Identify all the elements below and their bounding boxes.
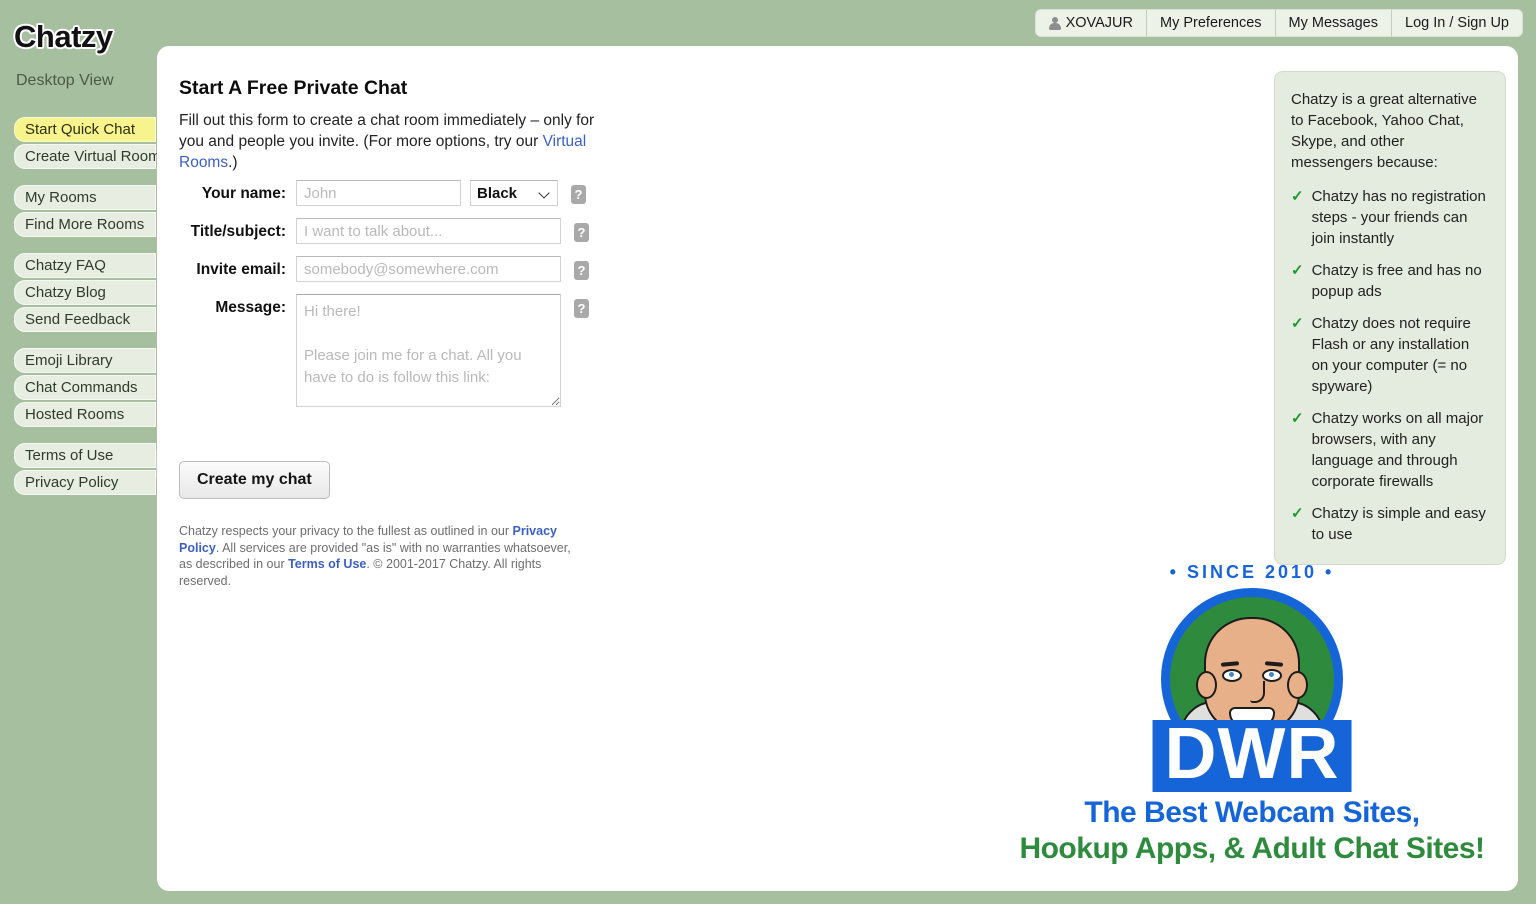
benefits-lead-text: Chatzy is a great alternative to Faceboo… <box>1291 89 1489 173</box>
since-dot-right: • <box>1325 562 1334 582</box>
color-select-wrapper: Black <box>461 180 558 206</box>
sidebar-item-create-virtual-room[interactable]: Create Virtual Room <box>14 144 156 169</box>
message-label: Message: <box>179 294 296 322</box>
sidebar-group-chat: Start Quick Chat Create Virtual Room <box>0 117 156 169</box>
mascot-eye-right <box>1262 669 1282 682</box>
sidebar-item-emoji-library[interactable]: Emoji Library <box>14 348 156 373</box>
name-label: Your name: <box>179 180 296 208</box>
legal-disclaimer: Chatzy respects your privacy to the full… <box>179 523 579 589</box>
form-row-name: Your name: Black ? <box>179 180 589 208</box>
mascot-eye-left <box>1222 669 1242 682</box>
dwr-badge-graphic: • SINCE 2010 • DWR <box>1102 558 1402 788</box>
top-navigation: XOVAJUR My Preferences My Messages Log I… <box>1036 10 1522 36</box>
benefit-item: ✓ Chatzy works on all major browsers, wi… <box>1291 408 1489 492</box>
since-text: SINCE 2010 <box>1187 562 1317 582</box>
topnav-my-preferences[interactable]: My Preferences <box>1147 10 1276 36</box>
page-title: Start A Free Private Chat <box>179 77 407 100</box>
benefit-text: Chatzy is free and has no popup ads <box>1312 260 1489 302</box>
sidebar-item-chatzy-blog[interactable]: Chatzy Blog <box>14 280 156 305</box>
intro-paragraph: Fill out this form to create a chat room… <box>179 110 599 173</box>
since-label: • SINCE 2010 • <box>1102 562 1402 583</box>
help-icon-message[interactable]: ? <box>574 299 589 318</box>
topnav-username-label: XOVAJUR <box>1066 15 1133 31</box>
topnav-my-messages[interactable]: My Messages <box>1276 10 1392 36</box>
help-icon-email[interactable]: ? <box>574 261 589 280</box>
sidebar-item-start-quick-chat[interactable]: Start Quick Chat <box>14 117 156 142</box>
name-input[interactable] <box>296 180 461 206</box>
mascot-brow-right <box>1265 661 1283 667</box>
mascot-brow-left <box>1221 661 1239 667</box>
invite-email-input[interactable] <box>296 256 561 282</box>
benefit-text: Chatzy has no registration steps - your … <box>1312 186 1489 249</box>
check-icon: ✓ <box>1291 408 1304 429</box>
topnav-login-signup[interactable]: Log In / Sign Up <box>1392 10 1522 36</box>
dwr-advertisement[interactable]: • SINCE 2010 • DWR <box>1002 558 1502 866</box>
user-avatar-icon <box>1049 17 1061 30</box>
benefit-text: Chatzy is simple and easy to use <box>1312 503 1489 545</box>
title-label: Title/subject: <box>179 218 296 246</box>
dwr-wordmark: DWR <box>1153 720 1352 792</box>
form-row-email: Invite email: ? <box>179 256 589 284</box>
message-textarea[interactable] <box>296 294 561 407</box>
benefit-item: ✓ Chatzy does not require Flash or any i… <box>1291 313 1489 397</box>
sidebar-item-privacy-policy[interactable]: Privacy Policy <box>14 470 156 495</box>
ad-tagline-line1: The Best Webcam Sites, <box>1002 796 1502 830</box>
sidebar-item-chatzy-faq[interactable]: Chatzy FAQ <box>14 253 156 278</box>
help-icon-title[interactable]: ? <box>574 223 589 242</box>
legal-part1: Chatzy respects your privacy to the full… <box>179 524 513 538</box>
topnav-user-account[interactable]: XOVAJUR <box>1036 10 1147 36</box>
desktop-view-label[interactable]: Desktop View <box>16 72 114 90</box>
sidebar-group-tools: Emoji Library Chat Commands Hosted Rooms <box>0 348 156 427</box>
form-row-title: Title/subject: ? <box>179 218 589 246</box>
sidebar-navigation: Start Quick Chat Create Virtual Room My … <box>0 117 156 511</box>
help-icon-name[interactable]: ? <box>571 185 586 204</box>
mascot-nose <box>1250 681 1265 703</box>
check-icon: ✓ <box>1291 313 1304 334</box>
since-dot-left: • <box>1170 562 1179 582</box>
sidebar-group-legal: Terms of Use Privacy Policy <box>0 443 156 495</box>
name-color-select[interactable]: Black <box>470 180 558 206</box>
check-icon: ✓ <box>1291 260 1304 281</box>
sidebar-item-hosted-rooms[interactable]: Hosted Rooms <box>14 402 156 427</box>
create-my-chat-button[interactable]: Create my chat <box>179 461 330 499</box>
create-chat-form: Your name: Black ? Title/subject: ? Invi… <box>179 180 589 417</box>
intro-text-before: Fill out this form to create a chat room… <box>179 112 594 150</box>
intro-text-after: .) <box>228 154 237 171</box>
terms-of-use-link[interactable]: Terms of Use <box>288 557 366 571</box>
sidebar-item-send-feedback[interactable]: Send Feedback <box>14 307 156 332</box>
chatzy-logo[interactable]: Chatzy <box>14 19 113 55</box>
ad-tagline-line2: Hookup Apps, & Adult Chat Sites! <box>1002 832 1502 866</box>
title-input[interactable] <box>296 218 561 244</box>
form-row-message: Message: ? <box>179 294 589 407</box>
sidebar-item-find-more-rooms[interactable]: Find More Rooms <box>14 212 156 237</box>
sidebar-group-rooms: My Rooms Find More Rooms <box>0 185 156 237</box>
mascot-ear-left <box>1196 671 1217 699</box>
benefit-text: Chatzy works on all major browsers, with… <box>1312 408 1489 492</box>
benefit-item: ✓ Chatzy has no registration steps - you… <box>1291 186 1489 249</box>
sidebar-item-terms-of-use[interactable]: Terms of Use <box>14 443 156 468</box>
sidebar-group-support: Chatzy FAQ Chatzy Blog Send Feedback <box>0 253 156 332</box>
main-content-panel: Start A Free Private Chat Fill out this … <box>157 46 1518 891</box>
benefit-text: Chatzy does not require Flash or any ins… <box>1312 313 1489 397</box>
check-icon: ✓ <box>1291 186 1304 207</box>
sidebar-item-my-rooms[interactable]: My Rooms <box>14 185 156 210</box>
check-icon: ✓ <box>1291 503 1304 524</box>
benefits-panel: Chatzy is a great alternative to Faceboo… <box>1274 71 1506 565</box>
sidebar-item-chat-commands[interactable]: Chat Commands <box>14 375 156 400</box>
benefit-item: ✓ Chatzy is free and has no popup ads <box>1291 260 1489 302</box>
benefit-item: ✓ Chatzy is simple and easy to use <box>1291 503 1489 545</box>
mascot-ear-right <box>1287 671 1308 699</box>
invite-email-label: Invite email: <box>179 256 296 284</box>
